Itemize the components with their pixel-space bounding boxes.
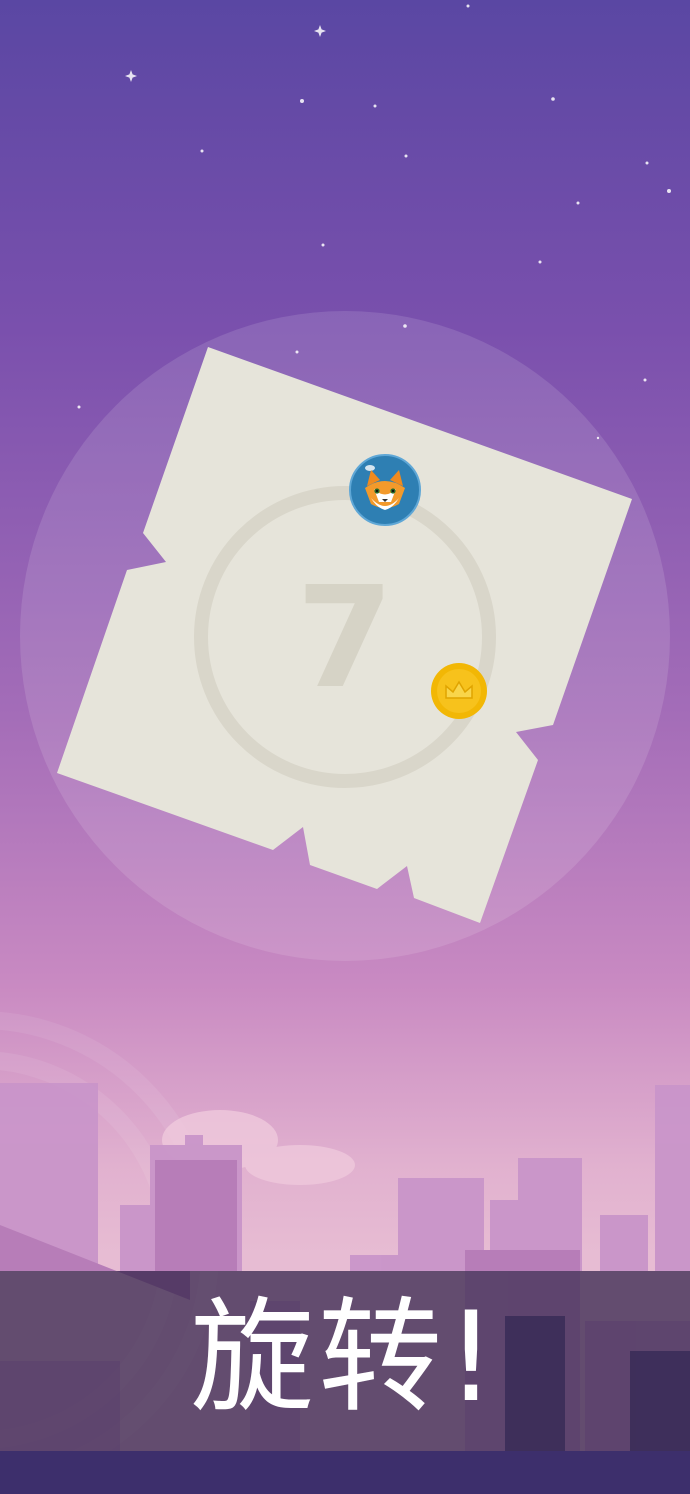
caption-banner: 旋转!	[0, 1271, 690, 1451]
game-board: 7	[57, 347, 632, 923]
rotate-caption: 旋转!	[190, 1286, 500, 1430]
crown-coin[interactable]	[431, 663, 487, 719]
ground-strip	[0, 1451, 690, 1494]
level-number: 7	[296, 557, 393, 720]
player-fox[interactable]	[349, 454, 421, 526]
